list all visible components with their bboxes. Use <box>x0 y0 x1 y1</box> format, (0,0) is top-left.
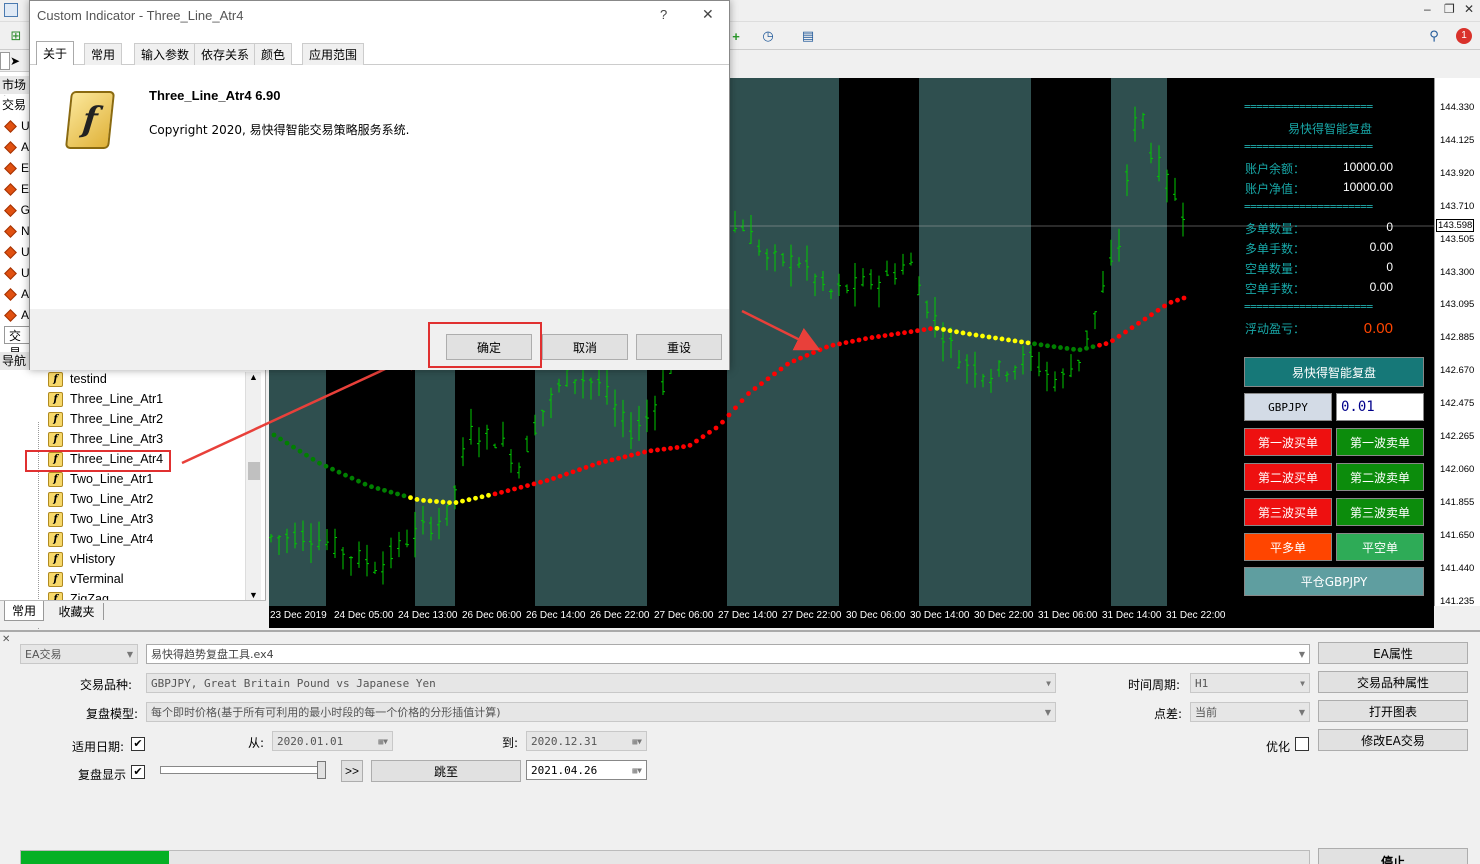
reset-button[interactable]: 重设 <box>636 334 722 360</box>
period-label: 时间周期: <box>1128 678 1181 692</box>
symbol-value: GBPJPY, Great Britain Pound vs Japanese … <box>151 676 436 690</box>
visual-label: 复盘显示 <box>78 768 127 782</box>
spread-label: 点差: <box>1154 707 1183 721</box>
progress-bar <box>20 850 1310 864</box>
cancel-button[interactable]: 取消 <box>542 334 628 360</box>
strategy-tester: ✕ EA交易 ▼ 易快得趋势复盘工具.ex4 ▼ 交易品种: GBPJPY, Gre… <box>0 630 1480 864</box>
from-label: 从: <box>248 736 265 750</box>
tab-about[interactable]: 关于 <box>36 41 75 65</box>
fast-forward-button[interactable]: >> <box>341 760 363 782</box>
stop-button[interactable]: 停止 <box>1318 848 1468 864</box>
mode-select[interactable]: EA交易 ▼ <box>20 644 138 664</box>
speed-slider-handle[interactable] <box>317 761 326 779</box>
tab-visualization[interactable]: 应用范围 <box>302 43 365 65</box>
chevron-down-icon: ▼ <box>126 650 133 659</box>
optimize-label: 优化 <box>1266 740 1291 754</box>
ea-select[interactable]: 易快得趋势复盘工具.ex4 ▼ <box>146 644 1310 664</box>
symbol-properties-button[interactable]: 交易品种属性 <box>1318 671 1468 693</box>
help-icon[interactable]: ? <box>660 7 667 22</box>
jump-date-picker[interactable]: 2021.04.26 ▦▼ <box>526 760 647 780</box>
modify-ea-button[interactable]: 修改EA交易 <box>1318 729 1468 751</box>
indicator-name: Three_Line_Atr4 6.90 <box>149 88 281 103</box>
use-date-label: 适用日期: <box>72 740 125 754</box>
open-chart-button[interactable]: 打开图表 <box>1318 700 1468 722</box>
ea-properties-button[interactable]: EA属性 <box>1318 642 1468 664</box>
to-date-picker[interactable]: 2020.12.31 ▦▼ <box>526 731 647 751</box>
chevron-down-icon: ▼ <box>1300 679 1305 688</box>
to-date-value: 2020.12.31 <box>531 734 598 748</box>
calendar-icon: ▦▼ <box>378 737 388 746</box>
jump-button[interactable]: 跳至 <box>371 760 521 782</box>
custom-indicator-dialog: Custom Indicator - Three_Line_Atr4 ? ✕ 关… <box>29 0 730 370</box>
ea-value: 易快得趋势复盘工具.ex4 <box>151 648 274 661</box>
chevron-down-icon: ▼ <box>1298 708 1305 717</box>
panel-close-icon[interactable]: ✕ <box>2 634 10 645</box>
from-date-picker[interactable]: 2020.01.01 ▦▼ <box>272 731 393 751</box>
chevron-down-icon: ▼ <box>1298 650 1305 659</box>
period-select[interactable]: H1 ▼ <box>1190 673 1310 693</box>
indicator-copyright: Copyright 2020, 易快得智能交易策略服务系统. <box>149 123 410 137</box>
model-value: 每个即时价格(基于所有可利用的最小时段的每一个价格的分形插值计算) <box>151 706 501 719</box>
chevron-down-icon: ▼ <box>1046 679 1051 688</box>
dialog-close-icon[interactable]: ✕ <box>702 6 714 23</box>
jump-date-value: 2021.04.26 <box>531 763 598 777</box>
to-label: 到: <box>502 736 519 750</box>
model-label: 复盘模型: <box>86 707 139 721</box>
tab-inputs[interactable]: 输入参数 <box>134 43 197 65</box>
highlight-box-ok <box>428 322 542 368</box>
chevron-down-icon: ▼ <box>1044 708 1051 717</box>
optimize-checkbox[interactable] <box>1295 737 1309 751</box>
symbol-select[interactable]: GBPJPY, Great Britain Pound vs Japanese … <box>146 673 1056 693</box>
spread-select[interactable]: 当前 ▼ <box>1190 702 1310 722</box>
visual-checkbox[interactable]: ✔ <box>131 765 145 779</box>
indicator-f-icon: f <box>64 91 116 149</box>
tab-dependencies[interactable]: 依存关系 <box>194 43 257 65</box>
dialog-title: Custom Indicator - Three_Line_Atr4 <box>37 8 244 23</box>
mode-value: EA交易 <box>25 648 62 661</box>
spread-value: 当前 <box>1195 706 1217 719</box>
use-date-checkbox[interactable]: ✔ <box>131 737 145 751</box>
symbol-label: 交易品种: <box>80 678 133 692</box>
from-date-value: 2020.01.01 <box>277 734 344 748</box>
arrow-to-indicator <box>741 309 821 351</box>
model-select[interactable]: 每个即时价格(基于所有可利用的最小时段的每一个价格的分形插值计算) ▼ <box>146 702 1056 722</box>
calendar-icon: ▦▼ <box>632 737 642 746</box>
period-value: H1 <box>1195 676 1209 690</box>
speed-slider-track[interactable] <box>160 766 326 774</box>
tab-colors[interactable]: 颜色 <box>254 43 293 65</box>
progress-fill <box>21 851 170 864</box>
calendar-icon: ▦▼ <box>632 766 642 775</box>
tab-general[interactable]: 常用 <box>84 43 123 65</box>
